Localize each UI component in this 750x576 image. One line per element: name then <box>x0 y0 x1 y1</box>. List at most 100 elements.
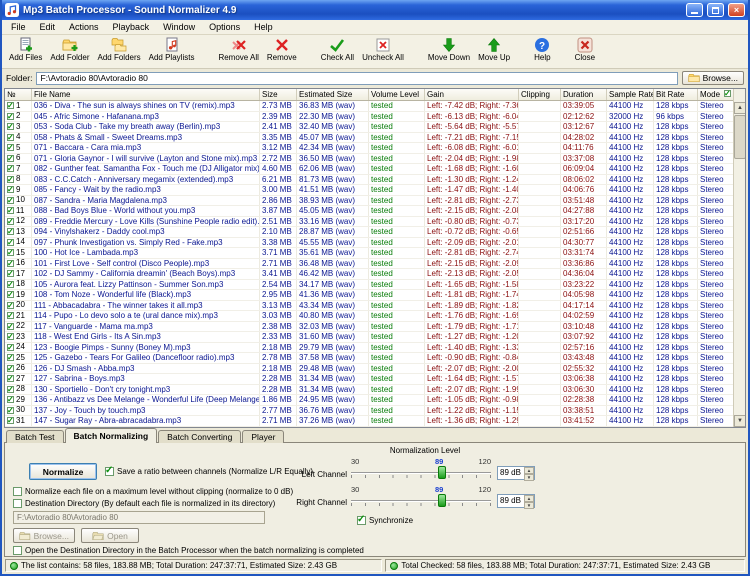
table-row[interactable]: 5071 - Baccara - Cara mia.mp33.12 MB42.3… <box>5 143 733 154</box>
header-checkbox[interactable] <box>724 90 731 97</box>
toolbar-move-up-button[interactable]: Move Up <box>474 36 514 62</box>
table-row[interactable]: 7082 - Gunther feat. Samantha Fox - Touc… <box>5 164 733 175</box>
row-checkbox[interactable] <box>7 407 14 414</box>
row-checkbox[interactable] <box>7 302 14 309</box>
table-row[interactable]: 14097 - Phunk Investigation vs. Simply R… <box>5 238 733 249</box>
column-header-name[interactable]: File Name <box>32 89 260 100</box>
left-slider-thumb[interactable] <box>438 466 446 479</box>
column-header-dur[interactable]: Duration <box>561 89 607 100</box>
right-channel-slider[interactable] <box>351 494 491 508</box>
toolbar-add-files-button[interactable]: Add Files <box>5 36 46 62</box>
table-row[interactable]: 24123 - Boogie Pimps - Sunny (Boney M).m… <box>5 343 733 354</box>
row-checkbox[interactable] <box>7 260 14 267</box>
left-level-spinner[interactable]: 89 dB ▲▼ <box>497 466 535 480</box>
table-row[interactable]: 28130 - Sportiello - Don't cry tonight.m… <box>5 385 733 396</box>
toolbar-help-button[interactable]: ?Help <box>530 36 554 62</box>
tab-batch-converting[interactable]: Batch Converting <box>158 430 241 443</box>
column-header-est[interactable]: Estimated Size <box>297 89 369 100</box>
menu-file[interactable]: File <box>4 22 33 32</box>
scroll-down-icon[interactable]: ▼ <box>734 415 746 427</box>
table-row[interactable]: 23118 - West End Girls - Its A Sin.mp32.… <box>5 332 733 343</box>
tab-player[interactable]: Player <box>242 430 284 443</box>
table-row[interactable]: 3053 - Soda Club - Take my breath away (… <box>5 122 733 133</box>
row-checkbox[interactable] <box>7 333 14 340</box>
toolbar-add-folders-button[interactable]: Add Folders <box>94 36 145 62</box>
normalize-button[interactable]: Normalize <box>29 463 97 480</box>
minimize-button[interactable] <box>686 3 703 17</box>
scroll-up-icon[interactable]: ▲ <box>734 102 746 114</box>
toolbar-add-folder-button[interactable]: Add Folder <box>46 36 93 62</box>
table-row[interactable]: 8083 - C.C.Catch - Anniversary megamix (… <box>5 175 733 186</box>
table-row[interactable]: 27127 - Sabrina - Boys.mp32.28 MB31.34 M… <box>5 374 733 385</box>
row-checkbox[interactable] <box>7 291 14 298</box>
row-checkbox[interactable] <box>7 323 14 330</box>
table-row[interactable]: 15100 - Hot Ice - Lambada.mp33.71 MB35.6… <box>5 248 733 259</box>
row-checkbox[interactable] <box>7 375 14 382</box>
column-header-gain[interactable]: Gain <box>425 89 519 100</box>
row-checkbox[interactable] <box>7 218 14 225</box>
table-row[interactable]: 1036 - Diva - The sun is always shines o… <box>5 101 733 112</box>
row-checkbox[interactable] <box>7 249 14 256</box>
menu-edit[interactable]: Edit <box>33 22 63 32</box>
dest-path-input[interactable] <box>13 511 265 524</box>
row-checkbox[interactable] <box>7 386 14 393</box>
row-checkbox[interactable] <box>7 281 14 288</box>
menu-window[interactable]: Window <box>156 22 202 32</box>
spinner-up-icon[interactable]: ▲ <box>524 495 534 502</box>
right-level-spinner[interactable]: 89 dB ▲▼ <box>497 494 535 508</box>
toolbar-move-down-button[interactable]: Move Down <box>424 36 474 62</box>
left-channel-slider[interactable] <box>351 466 491 480</box>
table-row[interactable]: 17102 - DJ Sammy - California dreamin' (… <box>5 269 733 280</box>
table-row[interactable]: 4058 - Phats & Small - Sweet Dreams.mp33… <box>5 133 733 144</box>
row-checkbox[interactable] <box>7 354 14 361</box>
toolbar-remove-all-button[interactable]: Remove All <box>214 36 262 62</box>
row-checkbox[interactable] <box>7 176 14 183</box>
table-row[interactable]: 12089 - Freddie Mercury - Love Kills (Su… <box>5 217 733 228</box>
row-checkbox[interactable] <box>7 396 14 403</box>
toolbar-remove-button[interactable]: Remove <box>263 36 301 62</box>
toolbar-add-playlists-button[interactable]: Add Playlists <box>145 36 199 62</box>
scrollbar-thumb[interactable] <box>734 115 746 159</box>
folder-path-input[interactable] <box>36 72 677 85</box>
row-checkbox[interactable] <box>7 417 14 424</box>
row-checkbox[interactable] <box>7 270 14 277</box>
table-row[interactable]: 9085 - Fancy - Wait by the radio.mp33.00… <box>5 185 733 196</box>
row-checkbox[interactable] <box>7 207 14 214</box>
max-level-checkbox[interactable] <box>13 487 22 496</box>
row-checkbox[interactable] <box>7 134 14 141</box>
dest-dir-checkbox[interactable] <box>13 499 22 508</box>
row-checkbox[interactable] <box>7 113 14 120</box>
table-row[interactable]: 13094 - Vinylshakerz - Daddy cool.mp32.1… <box>5 227 733 238</box>
column-header-mode[interactable]: Mode <box>698 89 726 100</box>
table-row[interactable]: 22117 - Vanguarde - Mama ma.mp32.38 MB32… <box>5 322 733 333</box>
row-checkbox[interactable] <box>7 123 14 130</box>
row-checkbox[interactable] <box>7 102 14 109</box>
table-row[interactable]: 25125 - Gazebo - Tears For Galileo (Danc… <box>5 353 733 364</box>
row-checkbox[interactable] <box>7 365 14 372</box>
toolbar-check-all-button[interactable]: Check All <box>317 36 358 62</box>
spinner-down-icon[interactable]: ▼ <box>524 502 534 509</box>
column-header-clip[interactable]: Clipping <box>519 89 561 100</box>
table-row[interactable]: 16101 - First Love - Self control (Disco… <box>5 259 733 270</box>
table-row[interactable]: 30137 - Joy - Touch by touch.mp32.77 MB3… <box>5 406 733 417</box>
open-dest-checkbox[interactable] <box>13 546 22 555</box>
table-row[interactable]: 31147 - Sugar Ray - Abra-abracadabra.mp3… <box>5 416 733 427</box>
table-row[interactable]: 10087 - Sandra - Maria Magdalena.mp32.86… <box>5 196 733 207</box>
tab-batch-test[interactable]: Batch Test <box>6 430 64 443</box>
table-row[interactable]: 18105 - Aurora feat. Lizzy Pattinson - S… <box>5 280 733 291</box>
maximize-button[interactable] <box>707 3 724 17</box>
table-row[interactable]: 20111 - Abbacadabra - The winner takes i… <box>5 301 733 312</box>
vertical-scrollbar[interactable]: ▲ ▼ <box>733 89 745 427</box>
table-row[interactable]: 2045 - Afric Simone - Hafanana.mp32.39 M… <box>5 112 733 123</box>
row-checkbox[interactable] <box>7 155 14 162</box>
table-row[interactable]: 11088 - Bad Boys Blue - World without yo… <box>5 206 733 217</box>
spinner-up-icon[interactable]: ▲ <box>524 467 534 474</box>
column-header-num[interactable]: № <box>5 89 32 100</box>
dest-browse-button[interactable]: Browse... <box>13 528 75 543</box>
table-row[interactable]: 29136 - Antibazz vs Dee Melange - Wonder… <box>5 395 733 406</box>
dest-open-button[interactable]: Open <box>81 528 139 543</box>
row-checkbox[interactable] <box>7 228 14 235</box>
menu-options[interactable]: Options <box>202 22 247 32</box>
column-header-vol[interactable]: Volume Level <box>369 89 425 100</box>
table-row[interactable]: 21114 - Pupo - Lo devo solo a te (ural d… <box>5 311 733 322</box>
